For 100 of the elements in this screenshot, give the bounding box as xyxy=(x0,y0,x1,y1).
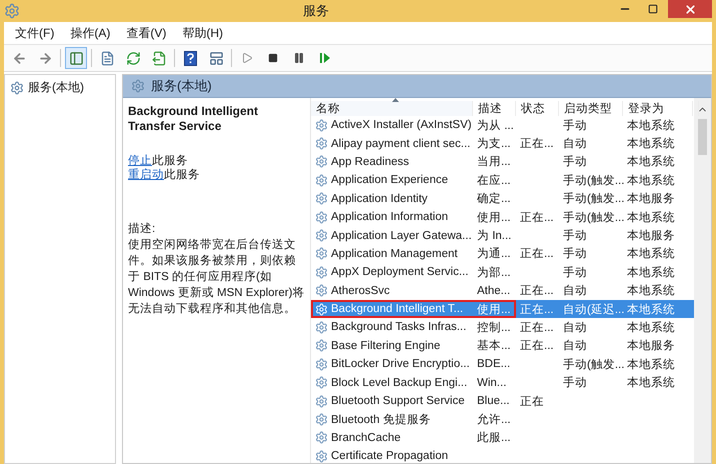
service-row[interactable]: AppX Deployment Servic... 为部... 手动 本地系统 xyxy=(311,263,694,282)
table-cell-text: Bluetooth 免提服务 xyxy=(331,412,431,427)
service-row[interactable]: BranchCache 此服... xyxy=(311,428,694,448)
service-icon xyxy=(315,376,328,390)
menu-item[interactable]: 文件(F) xyxy=(8,22,62,44)
service-icon xyxy=(315,339,328,352)
window-title: 服务 xyxy=(302,2,330,20)
service-icon xyxy=(315,118,328,132)
table-cell-text: 使用... xyxy=(477,302,511,317)
column-header[interactable]: 名称 xyxy=(316,101,340,116)
table-cell: AppX Deployment Servic... xyxy=(331,266,468,278)
service-icon xyxy=(315,210,328,224)
service-row[interactable]: Base Filtering Engine 基本... 正在... 自动 本地服务 xyxy=(311,336,694,356)
close-button[interactable] xyxy=(668,0,712,18)
service-row[interactable]: Application Experience 在应... 手动(触发... 本地系统 xyxy=(311,171,694,190)
table-cell-text: 确定... xyxy=(477,192,511,206)
action-link[interactable]: 停止 xyxy=(128,155,152,167)
service-row[interactable]: Application Identity 确定... 手动(触发... 本地服务 xyxy=(311,190,694,208)
table-cell-text: 正在... xyxy=(520,320,554,335)
table-cell-text: 本地系统 xyxy=(627,118,675,133)
table-cell: BDE... xyxy=(477,358,510,370)
service-icon xyxy=(315,358,328,371)
table-cell-text: 为通... xyxy=(477,246,511,262)
play-icon xyxy=(241,52,253,64)
service-row[interactable]: App Readiness 当用... 手动 本地系统 xyxy=(311,152,694,172)
table-cell-text: 为从 ... xyxy=(477,118,514,133)
table-cell-text: 本地系统 xyxy=(627,357,675,372)
service-row[interactable]: ActiveX Installer (AxInstSV) 为从 ... 手动 本地系统 xyxy=(311,116,694,134)
menu-item[interactable]: 帮助(H) xyxy=(175,22,230,44)
table-cell: Blue... xyxy=(477,395,510,408)
table-cell: 手动 xyxy=(563,375,587,390)
service-row[interactable]: Background Tasks Infras... 控制... 正在... 自动 本地系统 xyxy=(311,318,694,337)
menu-item[interactable]: 操作(A) xyxy=(63,22,118,44)
service-row[interactable]: Alipay payment client sec... 为支... 正在... 自动 本地系统 xyxy=(311,134,694,153)
table-cell-text: 此服... xyxy=(477,430,511,446)
table-cell: Base Filtering Engine xyxy=(331,340,440,352)
action-line: 重启动此服务 xyxy=(128,168,201,182)
service-icon xyxy=(315,155,328,168)
column-header[interactable]: 启动类型 xyxy=(564,101,612,116)
table-cell: 本地系统 xyxy=(627,283,675,298)
table-cell: Application Experience xyxy=(331,174,448,186)
table-cell-text: 为支... xyxy=(477,136,511,152)
service-icon xyxy=(315,431,328,444)
table-cell-text: 本地系统 xyxy=(627,173,675,188)
table-cell: Application Identity xyxy=(331,192,428,205)
service-row[interactable]: Application Management 为通... 正在... 手动 本地系统 xyxy=(311,244,694,264)
table-cell: Application Management xyxy=(331,248,458,260)
table-cell: Application Information xyxy=(331,211,448,224)
description-label: 描述: xyxy=(128,222,156,237)
table-cell: AtherosSvc xyxy=(331,284,390,297)
column-header[interactable]: 状态 xyxy=(521,101,545,116)
resume-icon xyxy=(319,52,331,64)
table-cell-text: 在应... xyxy=(477,174,511,188)
scrollbar[interactable] xyxy=(694,98,711,463)
table-cell-text: 正在... xyxy=(520,284,554,298)
table-cell: ActiveX Installer (AxInstSV) xyxy=(331,119,472,132)
back-icon xyxy=(12,50,26,66)
service-row[interactable]: Bluetooth Support Service Blue... 正在 xyxy=(311,392,694,410)
table-cell: Bluetooth Support Service xyxy=(331,395,465,408)
forward-icon xyxy=(38,50,52,66)
table-cell-text: 本地服务 xyxy=(627,338,675,354)
column-header[interactable]: 描述 xyxy=(478,101,502,116)
description-text: 使用空闲网络带宽在后台传送文件。如果该服务被禁用，则依赖于 BITS 的任何应用程序(如 Windows 更新或 MSN Explorer)将无法自动下载程序和其他信息。 xyxy=(128,237,306,317)
table-cell-text: 手动 xyxy=(563,118,587,133)
table-cell-text: 手动 xyxy=(563,265,587,280)
table-cell-text: 手动(触发... xyxy=(563,357,624,372)
service-row[interactable]: Bluetooth 免提服务 允许... xyxy=(311,410,694,429)
table-cell: BranchCache xyxy=(331,432,401,444)
service-icon xyxy=(315,266,328,279)
table-cell: Win... xyxy=(477,376,506,389)
table-cell: BitLocker Drive Encryptio... xyxy=(331,358,470,370)
service-icon xyxy=(315,302,328,316)
table-cell-text: 自动 xyxy=(563,284,587,298)
export-icon xyxy=(152,50,166,66)
table-cell: 本地系统 xyxy=(627,136,675,152)
table-cell: 手动 xyxy=(563,246,587,262)
service-row[interactable]: Block Level Backup Engi... Win... 手动 本地系统 xyxy=(311,373,694,392)
service-icon xyxy=(315,412,328,426)
table-cell: Background Intelligent T... xyxy=(331,303,464,316)
close-icon xyxy=(684,2,696,16)
service-row[interactable]: AtherosSvc Athe... 正在... 自动 本地系统 xyxy=(311,282,694,300)
service-row[interactable]: Certificate Propagation xyxy=(311,447,694,464)
scrollbar-thumb[interactable] xyxy=(698,119,707,155)
service-row[interactable]: BitLocker Drive Encryptio... BDE... 手动(触发... 本地系统 xyxy=(311,355,694,374)
tree-item[interactable]: 服务(本地) xyxy=(28,79,84,96)
action-link[interactable]: 重启动 xyxy=(128,169,164,181)
table-cell-text: 本地系统 xyxy=(627,265,675,280)
table-cell-text: 自动 xyxy=(563,320,587,335)
service-row[interactable]: Application Layer Gatewa... 为 In... 手动 本地服务 xyxy=(311,226,694,245)
table-cell-text: 自动(延迟... xyxy=(563,302,624,317)
table-cell-text: 当用... xyxy=(477,154,511,170)
services-icon xyxy=(10,80,24,94)
service-name: Background Intelligent Transfer Service xyxy=(128,104,260,134)
sort-arrow-icon xyxy=(392,98,398,102)
service-row[interactable]: Application Information 使用... 正在... 手动(触发... 本地系统 xyxy=(311,208,694,226)
menu-item[interactable]: 查看(V) xyxy=(119,22,174,44)
table-cell-text: 手动(触发... xyxy=(563,173,624,188)
table-cell: 手动(触发... xyxy=(563,191,624,206)
table-cell: Alipay payment client sec... xyxy=(331,138,470,150)
column-header[interactable]: 登录为 xyxy=(628,101,664,116)
